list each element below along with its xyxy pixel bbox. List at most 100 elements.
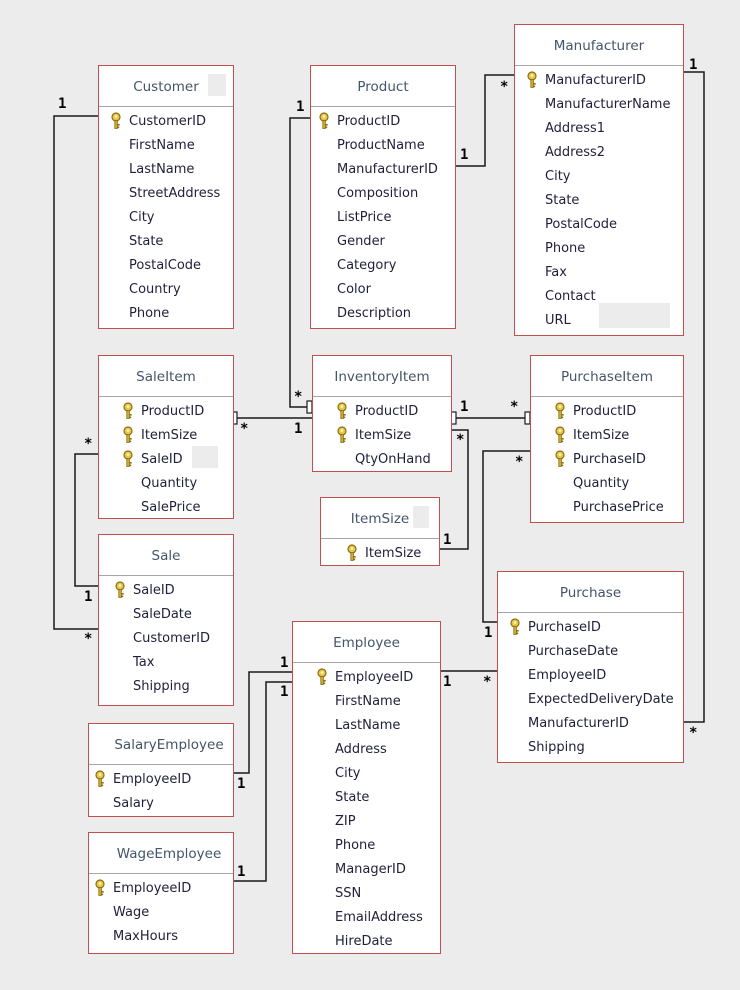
field-row[interactable]: State: [293, 786, 440, 810]
field-row[interactable]: PurchasePrice: [531, 496, 683, 520]
primary-key-icon: [315, 668, 329, 686]
field-name: Color: [337, 282, 371, 297]
field-name: Contact: [545, 289, 596, 304]
table-wageemployee[interactable]: WageEmployee EmployeeID Wage MaxHours: [88, 832, 234, 954]
field-row[interactable]: EmployeeID: [89, 768, 233, 792]
field-row[interactable]: LastName: [293, 714, 440, 738]
field-row[interactable]: HireDate: [293, 930, 440, 954]
field-row[interactable]: PurchaseID: [498, 616, 683, 640]
table-employee[interactable]: Employee EmployeeID FirstName LastName Addr…: [292, 621, 441, 954]
field-row[interactable]: Salary: [89, 792, 233, 816]
field-row[interactable]: PostalCode: [99, 254, 233, 278]
field-row[interactable]: Fax: [515, 261, 683, 285]
field-row[interactable]: Composition: [311, 182, 455, 206]
table-saleitem[interactable]: SaleItem ProductID ItemSize SaleID Quantity…: [98, 355, 234, 519]
field-name: SaleID: [141, 452, 183, 467]
field-name: City: [545, 169, 571, 184]
field-row[interactable]: EmailAddress: [293, 906, 440, 930]
field-row[interactable]: ManagerID: [293, 858, 440, 882]
field-row[interactable]: City: [293, 762, 440, 786]
field-name: ManufacturerName: [545, 97, 671, 112]
field-row[interactable]: Gender: [311, 230, 455, 254]
field-row[interactable]: Phone: [293, 834, 440, 858]
field-name: Wage: [113, 905, 150, 920]
field-row[interactable]: Description: [311, 302, 455, 326]
primary-key-icon: [335, 402, 349, 420]
table-inventoryitem[interactable]: InventoryItem ProductID ItemSize QtyOnHand: [312, 355, 452, 472]
field-row[interactable]: State: [515, 189, 683, 213]
field-row[interactable]: Address1: [515, 117, 683, 141]
field-row[interactable]: EmployeeID: [89, 877, 233, 901]
field-row[interactable]: FirstName: [293, 690, 440, 714]
cardinality-one: 1: [443, 532, 452, 548]
field-name: ManufacturerID: [528, 716, 629, 731]
field-row[interactable]: ListPrice: [311, 206, 455, 230]
table-purchaseitem[interactable]: PurchaseItem ProductID ItemSize PurchaseID…: [530, 355, 684, 523]
field-row[interactable]: SaleID: [99, 579, 233, 603]
table-purchase[interactable]: Purchase PurchaseID PurchaseDate EmployeeI…: [497, 571, 684, 763]
field-name: Salary: [113, 796, 154, 811]
field-row[interactable]: PurchaseDate: [498, 640, 683, 664]
field-row[interactable]: ProductID: [99, 400, 233, 424]
field-row[interactable]: Phone: [99, 302, 233, 326]
table-title: SalaryEmployee: [89, 724, 233, 765]
field-row[interactable]: Shipping: [99, 675, 233, 699]
field-row[interactable]: ManufacturerID: [311, 158, 455, 182]
field-row[interactable]: ManufacturerName: [515, 93, 683, 117]
field-row[interactable]: ProductID: [313, 400, 451, 424]
field-row[interactable]: FirstName: [99, 134, 233, 158]
field-row[interactable]: Wage: [89, 901, 233, 925]
blank-patch: [208, 74, 226, 96]
field-row[interactable]: CustomerID: [99, 110, 233, 134]
table-customer[interactable]: Customer CustomerID FirstName LastName Stre…: [98, 65, 234, 329]
field-row[interactable]: ItemSize: [99, 424, 233, 448]
field-row[interactable]: ExpectedDeliveryDate: [498, 688, 683, 712]
field-row[interactable]: ProductID: [531, 400, 683, 424]
field-row[interactable]: Quantity: [531, 472, 683, 496]
field-name: City: [335, 766, 361, 781]
field-row[interactable]: SaleDate: [99, 603, 233, 627]
field-row[interactable]: Address: [293, 738, 440, 762]
field-row[interactable]: Address2: [515, 141, 683, 165]
field-row[interactable]: MaxHours: [89, 925, 233, 949]
field-name: State: [129, 234, 164, 249]
field-row[interactable]: PostalCode: [515, 213, 683, 237]
field-row[interactable]: ManufacturerID: [515, 69, 683, 93]
field-row[interactable]: SSN: [293, 882, 440, 906]
field-row[interactable]: ProductID: [311, 110, 455, 134]
field-row[interactable]: LastName: [99, 158, 233, 182]
field-row[interactable]: Shipping: [498, 736, 683, 760]
field-name: CustomerID: [133, 631, 210, 646]
table-sale[interactable]: Sale SaleID SaleDate CustomerID Tax Shipping: [98, 534, 234, 706]
field-row[interactable]: StreetAddress: [99, 182, 233, 206]
field-row[interactable]: ZIP: [293, 810, 440, 834]
field-name: EmployeeID: [113, 772, 192, 787]
field-row[interactable]: ItemSize: [531, 424, 683, 448]
cardinality-one: 1: [460, 399, 469, 415]
field-row[interactable]: CustomerID: [99, 627, 233, 651]
field-name: LastName: [129, 162, 195, 177]
field-row[interactable]: ItemSize: [313, 424, 451, 448]
table-salaryemployee[interactable]: SalaryEmployee EmployeeID Salary: [88, 723, 234, 817]
field-row[interactable]: ProductName: [311, 134, 455, 158]
field-row[interactable]: City: [515, 165, 683, 189]
field-row[interactable]: Tax: [99, 651, 233, 675]
table-product[interactable]: Product ProductID ProductName Manufacturer…: [310, 65, 456, 329]
field-row[interactable]: Quantity: [99, 472, 233, 496]
field-row[interactable]: SalePrice: [99, 496, 233, 520]
field-row[interactable]: PurchaseID: [531, 448, 683, 472]
table-manufacturer[interactable]: Manufacturer ManufacturerID ManufacturerN…: [514, 24, 684, 336]
field-row[interactable]: City: [99, 206, 233, 230]
field-row[interactable]: QtyOnHand: [313, 448, 451, 472]
field-row[interactable]: Country: [99, 278, 233, 302]
field-row[interactable]: EmployeeID: [498, 664, 683, 688]
field-name: ItemSize: [355, 428, 412, 443]
field-row[interactable]: Category: [311, 254, 455, 278]
field-row[interactable]: Color: [311, 278, 455, 302]
field-row[interactable]: ItemSize: [321, 542, 439, 566]
field-row[interactable]: EmployeeID: [293, 666, 440, 690]
field-row[interactable]: State: [99, 230, 233, 254]
field-row[interactable]: ManufacturerID: [498, 712, 683, 736]
field-row[interactable]: Phone: [515, 237, 683, 261]
field-name: SSN: [335, 886, 362, 901]
